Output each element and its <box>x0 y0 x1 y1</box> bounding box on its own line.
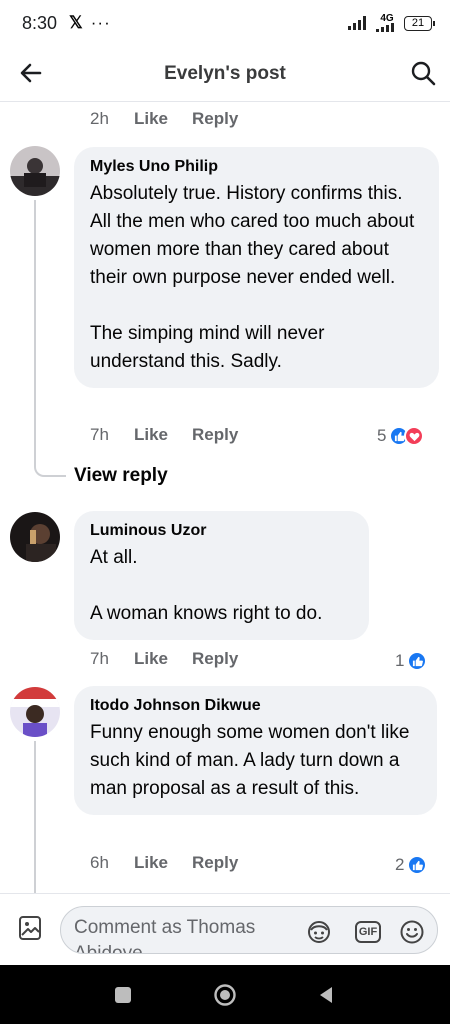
avatar-sticker-icon <box>308 921 330 943</box>
recents-button[interactable] <box>111 983 135 1007</box>
signal-icon-2 <box>376 23 394 32</box>
comment-text: At all. A woman knows right to do. <box>90 547 323 624</box>
reaction-summary[interactable]: 1 <box>395 651 428 671</box>
comment-author[interactable]: Myles Uno Philip <box>90 158 423 176</box>
comment-meta-row: 7h Like Reply <box>90 425 238 445</box>
comment-input[interactable]: Comment as Thomas Abidoye GIF <box>60 906 438 954</box>
like-reaction-icon <box>407 651 428 671</box>
search-icon <box>411 61 436 86</box>
home-icon <box>214 984 236 1006</box>
view-reply-link[interactable]: View reply <box>74 465 168 487</box>
comment-text: Funny enough some women don't like such … <box>90 722 415 799</box>
avatar[interactable] <box>10 687 60 737</box>
reaction-summary[interactable]: 5 <box>377 426 425 446</box>
avatar[interactable] <box>10 146 60 196</box>
love-reaction-icon <box>404 426 425 446</box>
gif-icon: GIF <box>355 921 381 943</box>
comment-bubble[interactable]: Myles Uno Philip Absolutely true. Histor… <box>74 147 439 388</box>
avatar-photo-icon <box>10 687 60 737</box>
like-button[interactable]: Like <box>134 425 192 445</box>
comment-time: 7h <box>90 425 109 444</box>
avatar-photo-icon <box>10 146 60 196</box>
reply-button[interactable]: Reply <box>192 425 238 445</box>
avatar[interactable] <box>10 512 60 562</box>
comment-author[interactable]: Luminous Uzor <box>90 522 353 540</box>
comment-composer: Comment as Thomas Abidoye GIF <box>0 893 450 965</box>
comment-time: 2h <box>90 109 109 128</box>
thread-hook <box>34 453 66 477</box>
thread-line <box>34 200 36 465</box>
reaction-summary[interactable]: 2 <box>395 855 428 875</box>
photo-button[interactable] <box>16 914 44 942</box>
status-time: 8:30 <box>22 12 58 33</box>
status-bar: 8:30 𝕏 ··· 4G 21 <box>0 0 450 46</box>
network-type: 4G <box>380 13 394 24</box>
reply-button[interactable]: Reply <box>192 853 238 873</box>
reply-button[interactable]: Reply <box>192 109 238 129</box>
status-right: 4G 21 <box>348 14 435 32</box>
recents-icon <box>115 987 131 1003</box>
like-button[interactable]: Like <box>134 853 192 873</box>
reaction-count: 2 <box>395 855 405 874</box>
like-button[interactable]: Like <box>134 649 192 669</box>
reaction-count: 5 <box>377 426 387 445</box>
reply-button[interactable]: Reply <box>192 649 238 669</box>
photo-icon <box>19 916 41 940</box>
back-nav-button[interactable] <box>314 983 338 1007</box>
search-button[interactable] <box>408 58 438 88</box>
gif-button[interactable]: GIF <box>355 919 381 945</box>
x-app-icon: 𝕏 <box>69 13 83 32</box>
comment-meta-row: 7h Like Reply <box>90 649 238 669</box>
page-title: Evelyn's post <box>164 62 286 84</box>
comment-time: 7h <box>90 649 109 668</box>
comment-text: Absolutely true. History confirms this. … <box>90 183 415 372</box>
like-button[interactable]: Like <box>134 109 192 129</box>
signal-icon <box>348 16 366 30</box>
back-triangle-icon <box>320 987 332 1003</box>
emoji-button[interactable] <box>399 919 425 945</box>
system-nav-bar <box>0 965 450 1024</box>
comment-meta-row: 2h Like Reply <box>90 109 238 129</box>
reaction-count: 1 <box>395 651 405 670</box>
avatar-photo-icon <box>10 512 60 562</box>
battery-icon: 21 <box>404 15 435 31</box>
post-header: Evelyn's post <box>0 46 450 102</box>
like-reaction-icon <box>407 855 428 875</box>
comment-placeholder: Comment as Thomas Abidoye <box>74 917 256 954</box>
comment-bubble[interactable]: Luminous Uzor At all. A woman knows righ… <box>74 511 369 640</box>
emoji-icon <box>400 920 424 944</box>
thread-line <box>34 741 36 893</box>
comment-thread[interactable]: 2h Like Reply Myles Uno Philip Absolutel… <box>0 103 450 893</box>
comment-author[interactable]: Itodo Johnson Dikwue <box>90 697 421 715</box>
battery-level: 21 <box>411 17 425 29</box>
avatar-sticker-button[interactable] <box>306 919 332 945</box>
home-button[interactable] <box>213 983 237 1007</box>
comment-time: 6h <box>90 853 109 872</box>
network-indicator: 4G <box>376 14 398 32</box>
more-notifications-icon: ··· <box>90 13 111 32</box>
comment-bubble[interactable]: Itodo Johnson Dikwue Funny enough some w… <box>74 686 437 815</box>
comment-meta-row: 6h Like Reply <box>90 853 238 873</box>
